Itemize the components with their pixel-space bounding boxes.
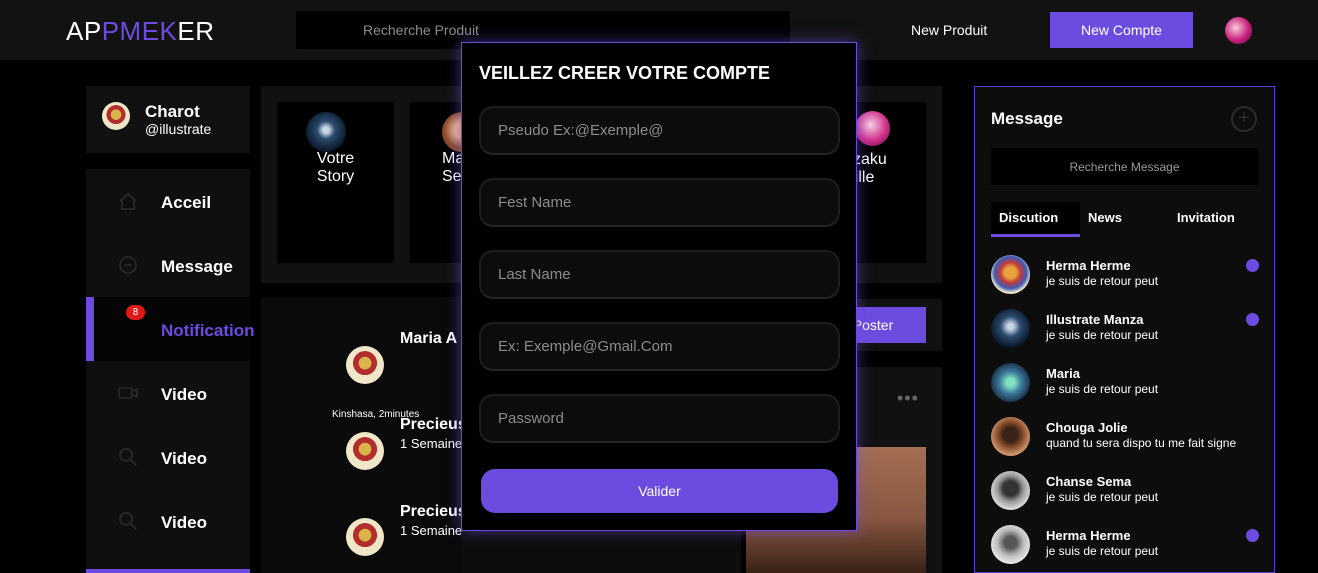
- message-item[interactable]: Illustrate Manza je suis de retour peut: [991, 309, 1261, 349]
- home-icon: [119, 192, 137, 210]
- create-account-modal: VEILLEZ CREER VOTRE COMPTE Valider: [461, 42, 857, 531]
- nav-label: Video: [161, 513, 207, 532]
- nav-label: Video: [161, 385, 207, 404]
- email-input[interactable]: [481, 324, 838, 369]
- nav-item-acceil[interactable]: Acceil: [86, 169, 250, 233]
- password-field: [479, 394, 840, 443]
- nav-item-video[interactable]: Video: [86, 361, 250, 425]
- message-sender: Illustrate Manza: [1046, 312, 1144, 327]
- message-preview: je suis de retour peut: [1046, 328, 1159, 342]
- side-nav: Acceil Message 8 Notification Video Vide…: [86, 169, 255, 573]
- app-root: APPMEKER New Produit New Compte Charot @…: [0, 0, 1318, 573]
- last-name-field: [479, 250, 840, 299]
- message-sender: Herma Herme: [1046, 528, 1131, 543]
- new-compte-button[interactable]: New Compte: [1050, 12, 1193, 48]
- tab-discution[interactable]: Discution: [991, 202, 1080, 237]
- post-author[interactable]: Precieus: [400, 503, 467, 521]
- nav-item-notification[interactable]: 8 Notification: [86, 297, 255, 361]
- message-preview: je suis de retour peut: [1046, 544, 1159, 558]
- post-author[interactable]: Precieus: [400, 416, 467, 434]
- search-icon: [119, 448, 137, 466]
- sidenav-bottom-bar: [86, 569, 250, 573]
- tab-invitation[interactable]: Invitation: [1177, 202, 1235, 237]
- message-panel-title: Message: [991, 109, 1063, 128]
- user-avatar[interactable]: [1225, 17, 1252, 44]
- logo-part-3: ER: [177, 16, 215, 46]
- unread-dot: [1246, 259, 1259, 272]
- story-name: Votre Story: [316, 150, 355, 185]
- more-options-icon[interactable]: •••: [897, 388, 919, 409]
- message-search-input[interactable]: [991, 148, 1258, 185]
- profile-handle: @illustrate: [145, 121, 212, 137]
- nav-item-video-2[interactable]: Video: [86, 425, 250, 489]
- nav-label: Video: [161, 449, 207, 468]
- active-indicator: [86, 297, 94, 361]
- video-icon: [118, 387, 138, 399]
- profile-avatar: [102, 102, 130, 130]
- valider-button[interactable]: Valider: [481, 469, 838, 513]
- pseudo-field: [479, 106, 840, 155]
- post-avatar: [346, 518, 384, 556]
- message-item[interactable]: Chanse Sema je suis de retour peut: [991, 471, 1261, 511]
- app-logo[interactable]: APPMEKER: [66, 16, 215, 47]
- first-name-input[interactable]: [481, 180, 838, 225]
- profile-name: Charot: [145, 102, 200, 121]
- message-item[interactable]: Herma Herme je suis de retour peut: [991, 255, 1261, 295]
- message-avatar: [991, 525, 1030, 564]
- post-avatar: [346, 346, 384, 384]
- search-icon: [119, 512, 137, 530]
- password-input[interactable]: [481, 396, 838, 441]
- post-avatar: [346, 432, 384, 470]
- notification-badge: 8: [126, 305, 145, 320]
- new-produit-link[interactable]: New Produit: [911, 22, 987, 38]
- message-avatar: [991, 471, 1030, 510]
- nav-item-video-3[interactable]: Video: [86, 489, 250, 553]
- unread-dot: [1246, 529, 1259, 542]
- message-avatar: [991, 255, 1030, 294]
- message-item[interactable]: Maria je suis de retour peut: [991, 363, 1261, 403]
- message-item[interactable]: Chouga Jolie quand tu sera dispo tu me f…: [991, 417, 1261, 457]
- post-time: 1 Semaine: [400, 523, 463, 538]
- nav-item-message[interactable]: Message: [86, 233, 250, 297]
- message-sender: Herma Herme: [1046, 258, 1131, 273]
- message-item[interactable]: Herma Herme je suis de retour peut: [991, 525, 1261, 565]
- post-time: 1 Semaine: [400, 436, 463, 451]
- message-sender: Chanse Sema: [1046, 474, 1132, 489]
- message-panel: Message + Discution News Invitation Herm…: [974, 86, 1275, 573]
- modal-title: VEILLEZ CREER VOTRE COMPTE: [479, 63, 771, 83]
- message-avatar: [991, 417, 1030, 456]
- story-avatar: [855, 111, 890, 146]
- nav-label: Message: [161, 257, 233, 276]
- message-avatar: [991, 309, 1030, 348]
- logo-part-2: PMEK: [101, 16, 178, 46]
- email-field: [479, 322, 840, 371]
- message-preview: je suis de retour peut: [1046, 382, 1159, 396]
- nav-label: Notification: [161, 321, 255, 340]
- first-name-field: [479, 178, 840, 227]
- story-avatar: [306, 112, 346, 152]
- message-preview: je suis de retour peut: [1046, 490, 1159, 504]
- message-preview: je suis de retour peut: [1046, 274, 1159, 288]
- logo-part-1: AP: [66, 16, 102, 46]
- message-avatar: [991, 363, 1030, 402]
- message-sender: Chouga Jolie: [1046, 420, 1128, 435]
- nav-label: Acceil: [161, 193, 212, 212]
- add-message-icon[interactable]: +: [1231, 106, 1257, 132]
- post-author[interactable]: Maria A: [400, 330, 457, 348]
- message-sender: Maria: [1046, 366, 1080, 381]
- tab-news[interactable]: News: [1088, 202, 1122, 237]
- story-card[interactable]: Votre Story: [277, 102, 394, 263]
- message-preview: quand tu sera dispo tu me fait signe: [1046, 436, 1237, 450]
- message-icon: [119, 256, 137, 274]
- profile-card[interactable]: Charot @illustrate: [86, 86, 250, 153]
- message-search: [991, 148, 1258, 185]
- pseudo-input[interactable]: [481, 108, 838, 153]
- last-name-input[interactable]: [481, 252, 838, 297]
- unread-dot: [1246, 313, 1259, 326]
